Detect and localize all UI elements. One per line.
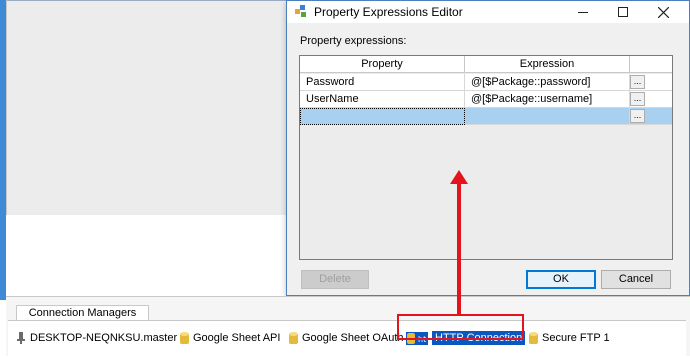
connection-name: Google Sheet API [193, 332, 281, 344]
property-cell[interactable]: UserName [300, 91, 465, 108]
pane-divider [6, 0, 7, 215]
connection-name: Google Sheet OAuth [302, 332, 404, 344]
close-icon [657, 6, 669, 18]
property-expressions-grid[interactable]: Property Expression Password @[$Package:… [299, 55, 673, 260]
connection-item[interactable]: Secure FTP 1 [529, 330, 610, 346]
property-expressions-editor-dialog: Property Expressions Editor Property exp… [286, 0, 690, 296]
ellipsis-button[interactable]: ... [630, 75, 645, 89]
database-connection-icon [17, 332, 25, 345]
table-row-new[interactable]: ... [300, 108, 672, 125]
ellipsis-button[interactable]: ... [630, 109, 645, 123]
connection-managers-panel: Connection Managers DESKTOP-NEQNKSU.mast… [6, 296, 690, 357]
maximize-icon [618, 7, 628, 17]
expression-cell[interactable]: @[$Package::password] [465, 74, 630, 91]
property-expressions-label: Property expressions: [300, 35, 407, 47]
expression-cell[interactable] [465, 108, 630, 125]
annotation-highlight-box [397, 314, 524, 340]
ellipsis-button[interactable]: ... [630, 92, 645, 106]
connection-item[interactable]: DESKTOP-NEQNKSU.master [16, 330, 177, 346]
connection-cylinder-icon [180, 331, 189, 344]
dialog-titlebar[interactable]: Property Expressions Editor [287, 1, 689, 23]
connection-name: Secure FTP 1 [542, 332, 610, 344]
column-header-property[interactable]: Property [300, 56, 465, 73]
table-row[interactable]: UserName @[$Package::username] ... [300, 91, 672, 108]
annotation-arrow-shaft [457, 181, 461, 315]
close-button[interactable] [643, 1, 683, 23]
column-header-blank [630, 56, 673, 73]
column-header-expression[interactable]: Expression [465, 56, 630, 73]
connection-managers-area[interactable]: DESKTOP-NEQNKSU.master Google Sheet API … [8, 320, 686, 357]
connection-cylinder-icon [529, 331, 538, 344]
tab-connection-managers[interactable]: Connection Managers [16, 305, 149, 321]
connection-name: DESKTOP-NEQNKSU.master [30, 332, 178, 344]
property-cell[interactable]: Password [300, 74, 465, 91]
connection-item[interactable]: Google Sheet API [180, 330, 280, 346]
minimize-button[interactable] [563, 1, 603, 23]
maximize-button[interactable] [603, 1, 643, 23]
dialog-title: Property Expressions Editor [314, 5, 463, 19]
expression-cell[interactable]: @[$Package::username] [465, 91, 630, 108]
cancel-button[interactable]: Cancel [601, 270, 671, 289]
delete-button[interactable]: Delete [301, 270, 369, 289]
property-cell[interactable] [300, 108, 465, 125]
table-row[interactable]: Password @[$Package::password] ... [300, 74, 672, 91]
connection-cylinder-icon [289, 331, 298, 344]
connection-item[interactable]: Google Sheet OAuth [289, 330, 404, 346]
app-icon [295, 5, 306, 17]
ok-button[interactable]: OK [526, 270, 596, 289]
grid-header: Property Expression [300, 56, 672, 73]
annotation-arrow-icon [450, 170, 468, 184]
minimize-icon [578, 11, 588, 13]
